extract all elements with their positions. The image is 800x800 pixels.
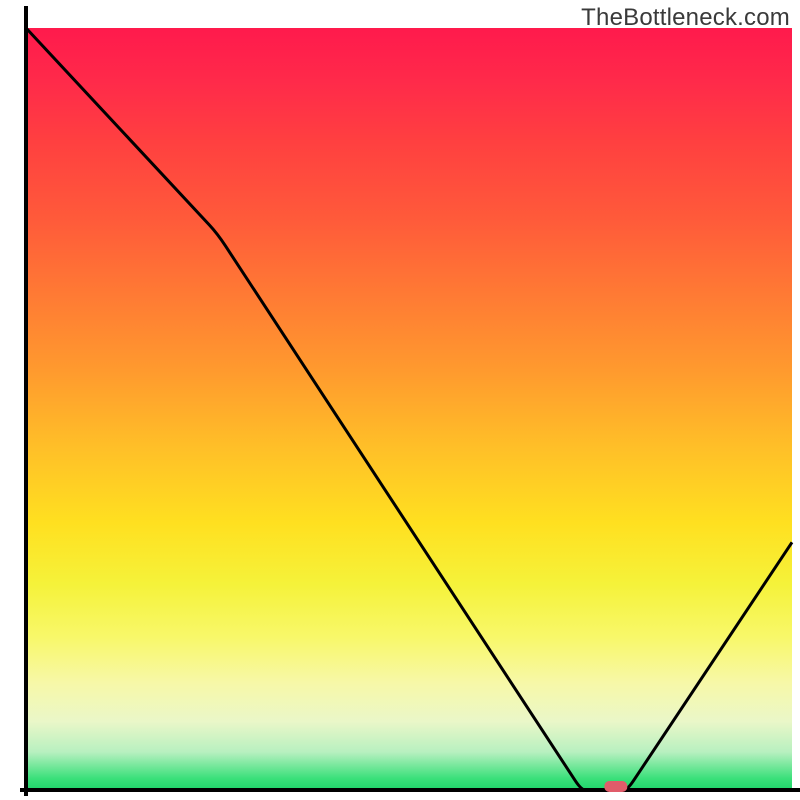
watermark-label: TheBottleneck.com [581, 4, 790, 32]
optimal-marker [604, 781, 627, 792]
plot-area [26, 28, 792, 790]
chart-container: TheBottleneck.com [0, 0, 800, 800]
bottleneck-chart [0, 0, 800, 800]
